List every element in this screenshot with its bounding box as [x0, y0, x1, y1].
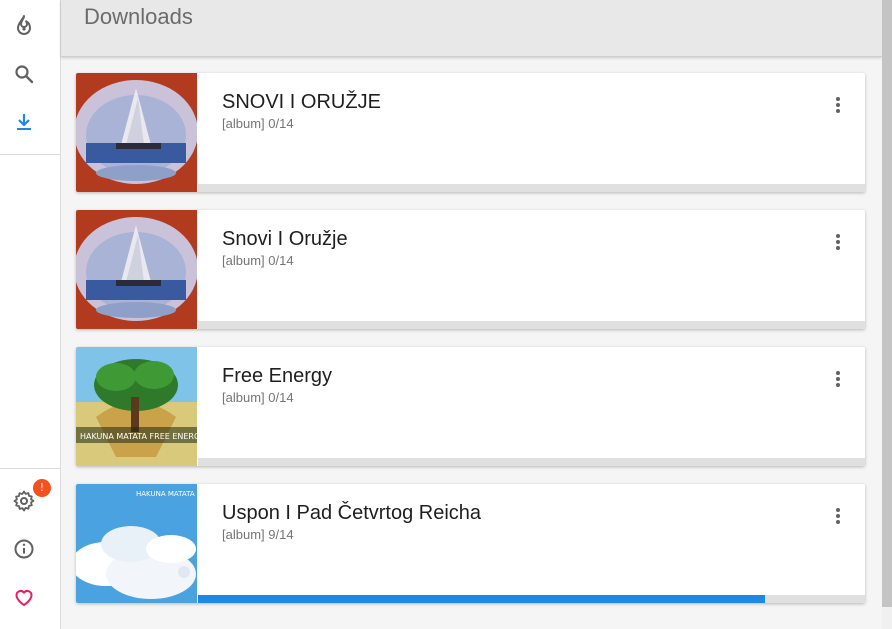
album-cover: HAKUNA MATATA: [76, 484, 197, 603]
download-card[interactable]: SNOVI I ORUŽJE [album] 0/14: [76, 73, 865, 192]
download-card[interactable]: Snovi I Oružje [album] 0/14: [76, 210, 865, 329]
more-vert-icon: [836, 97, 840, 113]
ship-cover-image: [76, 210, 197, 329]
download-progress: [198, 458, 865, 466]
download-title: SNOVI I ORUŽJE: [222, 91, 381, 113]
nav-favorites[interactable]: [0, 573, 48, 621]
download-subtitle: [album] 0/14: [222, 116, 294, 131]
nav-about[interactable]: [0, 525, 48, 573]
more-vert-icon: [836, 371, 840, 387]
download-subtitle: [album] 0/14: [222, 253, 294, 268]
scrollbar-thumb[interactable]: [882, 0, 892, 607]
download-progress-fill: [198, 595, 765, 603]
download-progress: [198, 184, 865, 192]
download-icon: [17, 114, 31, 130]
download-card[interactable]: HAKUNA MATATA Uspon I Pad Četvrtog Reich…: [76, 484, 865, 603]
download-title: Uspon I Pad Četvrtog Reicha: [222, 502, 482, 524]
download-progress: [198, 321, 865, 329]
cover-text: HAKUNA MATATA: [136, 490, 195, 498]
download-title: Snovi I Oružje: [222, 228, 348, 250]
tree-cover-image: HAKUNA MATATA FREE ENERGY: [76, 347, 197, 466]
nav-trending[interactable]: [0, 2, 48, 50]
download-subtitle: [album] 9/14: [222, 527, 294, 542]
album-cover: [76, 210, 197, 329]
trending-fire-icon: [17, 15, 31, 35]
cover-text: HAKUNA MATATA FREE ENERGY: [80, 432, 197, 441]
download-card[interactable]: HAKUNA MATATA FREE ENERGY Free Energy [a…: [76, 347, 865, 466]
heart-icon: [15, 590, 33, 606]
sidebar-divider: [0, 468, 60, 469]
more-options-button[interactable]: [824, 502, 852, 530]
page-title: Downloads: [84, 4, 193, 29]
nav-search[interactable]: [0, 50, 48, 98]
download-title: Free Energy: [222, 365, 333, 387]
more-vert-icon: [836, 234, 840, 250]
info-icon: [14, 539, 34, 559]
download-progress: [198, 595, 865, 603]
more-options-button[interactable]: [824, 228, 852, 256]
ship-cover-image: [76, 73, 197, 192]
clouds-cover-image: HAKUNA MATATA: [76, 484, 197, 603]
settings-alert-badge: !: [33, 479, 51, 497]
download-subtitle: [album] 0/14: [222, 390, 294, 405]
sidebar-divider: [0, 154, 60, 155]
more-options-button[interactable]: [824, 365, 852, 393]
album-cover: [76, 73, 197, 192]
album-cover: HAKUNA MATATA FREE ENERGY: [76, 347, 197, 466]
more-options-button[interactable]: [824, 91, 852, 119]
more-vert-icon: [836, 508, 840, 524]
nav-downloads[interactable]: [0, 98, 48, 146]
search-icon: [15, 65, 34, 84]
sidebar: !: [0, 0, 61, 629]
settings-gear-icon: [13, 490, 35, 512]
page-header: Downloads: [61, 0, 882, 57]
